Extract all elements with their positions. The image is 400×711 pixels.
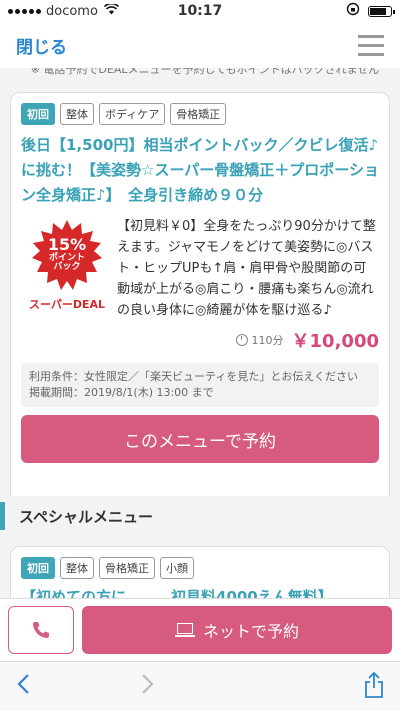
section-heading: スペシャルメニュー (0, 496, 400, 536)
laptop-icon (174, 623, 195, 637)
tag-first-visit: 初回 (21, 103, 55, 125)
super-deal-label: スーパーDEAL (28, 298, 106, 311)
duration-label: 110分 (251, 334, 284, 347)
period-line: 掲載期間：2019/8/1(木) 13:00 まで (29, 386, 214, 399)
battery-icon (368, 5, 395, 17)
menu-title[interactable]: 【初めての方に 初見料4000えん無料】 (21, 585, 379, 598)
phone-icon (33, 622, 49, 638)
badge-percent: 15% (47, 235, 87, 255)
tag-list: 初回 整体 ボディケア 骨格矯正 (21, 103, 379, 125)
duration: 110分 (235, 332, 284, 348)
section-accent-bar (0, 502, 5, 530)
tag-first-visit: 初回 (21, 557, 55, 579)
condition-line: 利用条件：女性限定／「楽天ビューティを見た」とお伝えください (29, 370, 359, 383)
booking-bar: ネットで予約 (0, 598, 400, 661)
clock-icon (235, 334, 248, 346)
menu-card: 初回 整体 ボディケア 骨格矯正 後日【1,500円】相当ポイントバック／クビレ… (10, 92, 390, 520)
top-nav: 閉じる (0, 22, 400, 68)
wifi-icon (103, 2, 119, 19)
back-arrow-icon[interactable] (16, 673, 46, 701)
starburst-icon: 15% ポイント バック (32, 220, 102, 290)
orientation-lock-icon (346, 2, 360, 20)
hamburger-menu-icon[interactable] (358, 34, 384, 56)
tag-skeletal: 骨格矯正 (170, 103, 227, 125)
tag-body-care: ボディケア (99, 103, 166, 125)
reserve-menu-button[interactable]: このメニューで予約 (21, 415, 379, 463)
forward-arrow-icon[interactable] (141, 673, 171, 701)
price: ￥10,000 (291, 331, 379, 352)
tag-small-face: 小顔 (160, 557, 194, 579)
tag-seitai: 整体 (60, 103, 94, 125)
conditions-box: 利用条件：女性限定／「楽天ビューティを見た」とお伝えください 掲載期間：2019… (21, 363, 379, 407)
tag-seitai: 整体 (60, 557, 94, 579)
status-bar: docomo 10:17 (0, 0, 400, 22)
net-reserve-button[interactable]: ネットで予約 (82, 606, 392, 654)
carrier-label: docomo (46, 3, 98, 19)
menu-description: 【初見料￥0】全身をたっぷり90分かけて整えます。ジャマモノをどけて美姿勢に◎バ… (117, 219, 376, 318)
content-area[interactable]: ※ 電話予約でDEALメニューを予約してもポイントはバックされません 初回 整体… (0, 68, 400, 598)
share-icon[interactable] (364, 671, 384, 702)
net-reserve-label: ネットで予約 (202, 622, 299, 641)
signal-icon (8, 8, 41, 14)
partial-note: ※ 電話予約でDEALメニューを予約してもポイントはバックされません (30, 68, 380, 76)
close-link[interactable]: 閉じる (16, 33, 67, 58)
deal-badge: 15% ポイント バック スーパーDEAL (21, 216, 113, 321)
tag-list: 初回 整体 骨格矯正 小顔 (21, 557, 379, 579)
menu-title[interactable]: 後日【1,500円】相当ポイントバック／クビレ復活♪に挑む！【美姿勢☆スーパー骨… (21, 133, 379, 208)
badge-line2: バック (53, 262, 81, 273)
section-title: スペシャルメニュー (19, 507, 153, 526)
browser-toolbar (0, 661, 400, 711)
menu-card: 初回 整体 骨格矯正 小顔 【初めての方に 初見料4000えん無料】 (10, 546, 390, 598)
tag-skeletal: 骨格矯正 (99, 557, 155, 579)
phone-button[interactable] (8, 606, 74, 654)
